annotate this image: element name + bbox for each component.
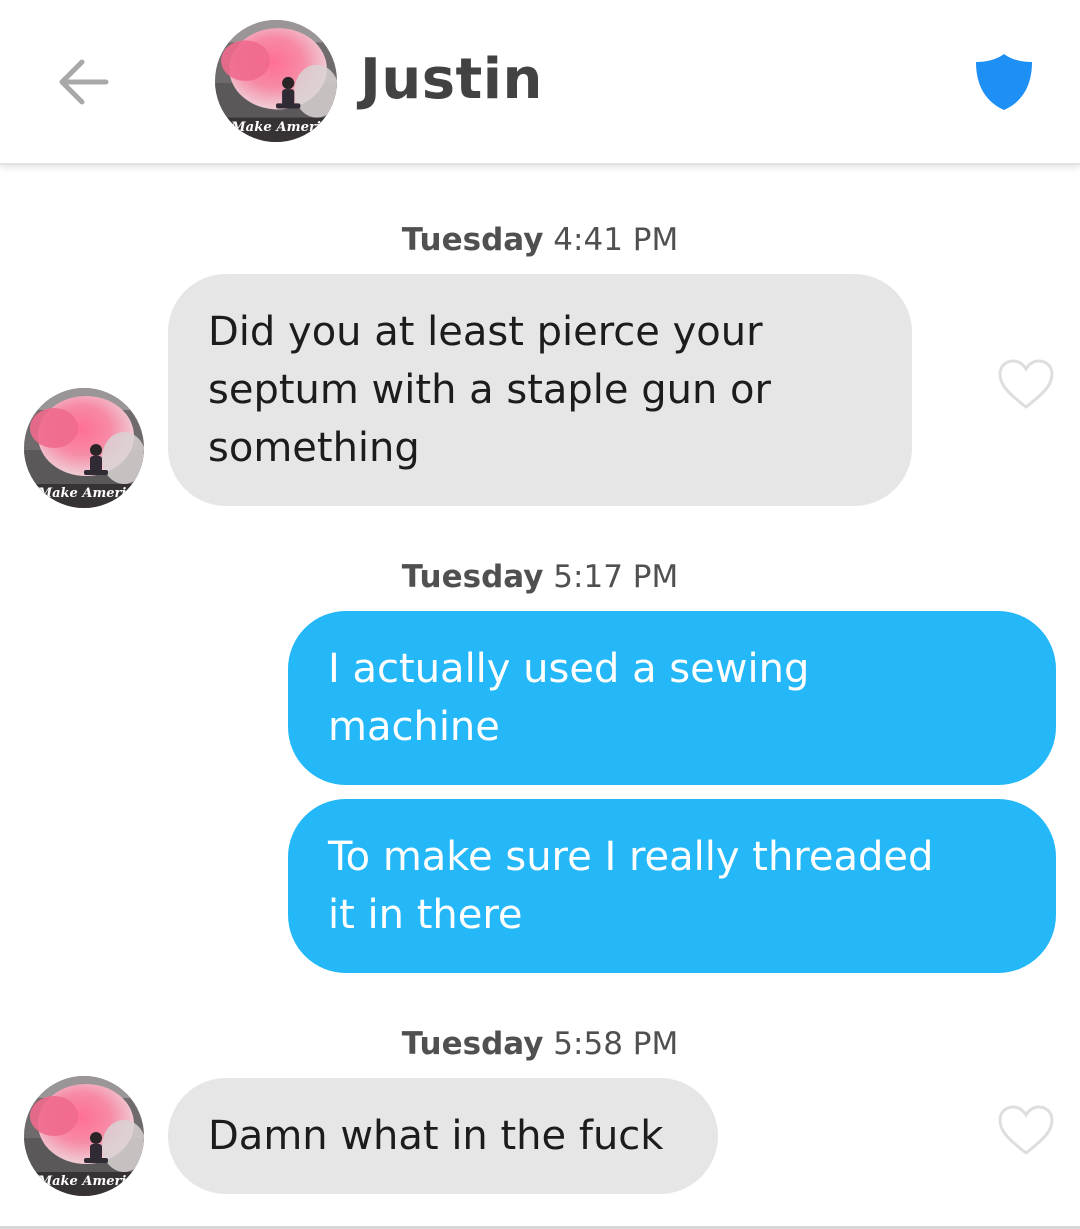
message-line: septum with a staple gun or <box>208 367 771 413</box>
like-button[interactable] <box>996 1103 1056 1157</box>
shield-icon <box>976 54 1032 110</box>
chat-header: Make Ameri Justin <box>0 0 1080 165</box>
timestamp-time: 5:58 PM <box>553 1026 679 1062</box>
sender-avatar[interactable]: Make Ameri <box>24 1076 144 1196</box>
incoming-message-bubble[interactable]: Did you at least pierce your septum with… <box>168 274 912 506</box>
message-line: something <box>208 425 420 471</box>
message-line: To make sure I really threaded <box>328 834 934 880</box>
timestamp-time: 5:17 PM <box>553 559 679 595</box>
timestamp-time: 4:41 PM <box>553 222 679 258</box>
heart-icon <box>998 1105 1054 1155</box>
arrow-left-icon <box>59 59 109 105</box>
timestamp: Tuesday 5:58 PM <box>0 1024 1080 1064</box>
timestamp-day: Tuesday <box>401 222 544 258</box>
sender-avatar[interactable]: Make Ameri <box>24 388 144 508</box>
match-name[interactable]: Justin <box>360 44 543 116</box>
timestamp-day: Tuesday <box>401 1026 544 1062</box>
heart-icon <box>998 359 1054 409</box>
outgoing-message-bubble[interactable]: To make sure I really threaded it in the… <box>288 799 1056 973</box>
message-line: machine <box>328 704 500 750</box>
incoming-message-bubble[interactable]: Damn what in the fuck <box>168 1078 718 1194</box>
back-button[interactable] <box>54 52 114 112</box>
timestamp-day: Tuesday <box>401 559 544 595</box>
avatar-caption: Make Ameri <box>37 486 127 501</box>
like-button[interactable] <box>996 357 1056 411</box>
avatar-caption: Make Ameri <box>230 120 321 135</box>
message-line: Did you at least pierce your <box>208 309 763 355</box>
outgoing-message-bubble[interactable]: I actually used a sewing machine <box>288 611 1056 785</box>
message-line: I actually used a sewing <box>328 646 810 692</box>
timestamp: Tuesday 5:17 PM <box>0 557 1080 597</box>
message-line: Damn what in the fuck <box>208 1113 664 1159</box>
safety-button[interactable] <box>972 50 1036 114</box>
timestamp: Tuesday 4:41 PM <box>0 220 1080 260</box>
message-line: it in there <box>328 892 523 938</box>
match-avatar[interactable]: Make Ameri <box>215 20 337 142</box>
avatar-caption: Make Ameri <box>37 1174 127 1189</box>
